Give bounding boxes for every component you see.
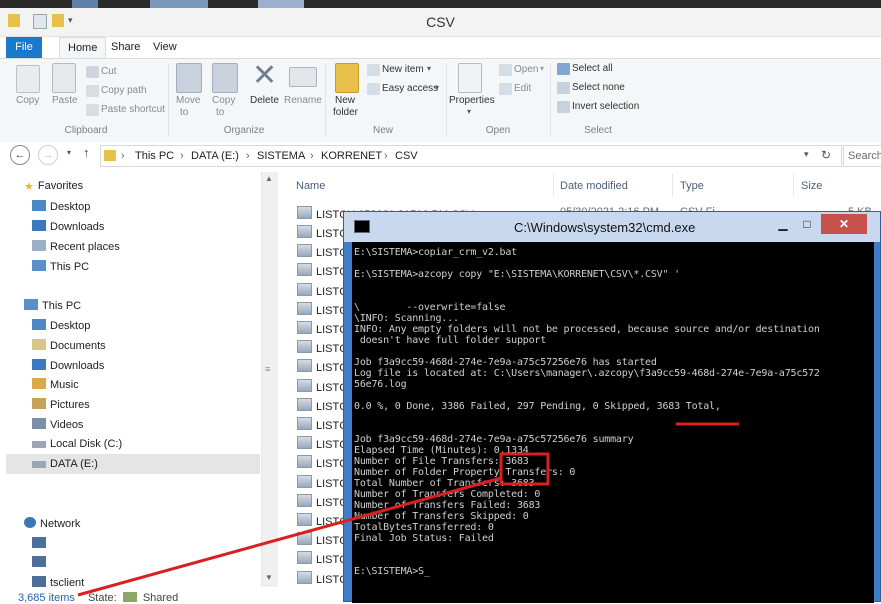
- annotation-overlay: [77, 422, 739, 597]
- annotation-arrow-line: [77, 476, 502, 597]
- annotation-box: [499, 452, 550, 486]
